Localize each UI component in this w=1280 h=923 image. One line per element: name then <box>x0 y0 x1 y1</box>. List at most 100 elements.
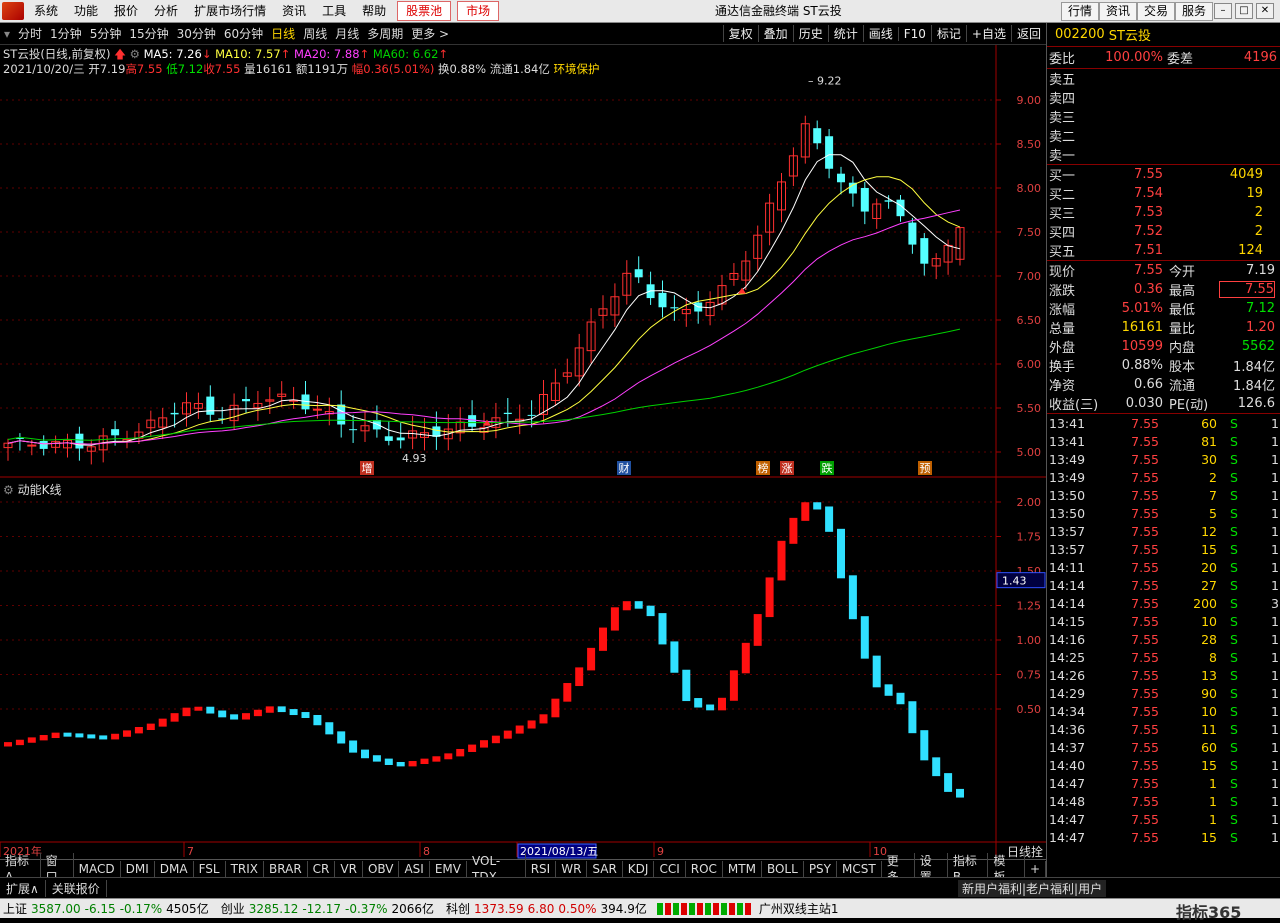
btn-service[interactable]: 服务 <box>1175 2 1214 21</box>
price-tick-label: 8.00 <box>1017 182 1042 195</box>
tool-overlay[interactable]: 叠加 <box>757 25 793 42</box>
momentum-bar <box>801 502 810 521</box>
kline-chart[interactable]: 9.00 8.50 8.00 7.50 7.00 6.50 6.00 5.50 5.00 – 9.… <box>0 45 1046 859</box>
btn-news[interactable]: 资讯 <box>1099 2 1138 21</box>
period-multi[interactable]: 多周期 <box>363 25 407 42</box>
period-5min[interactable]: 5分钟 <box>86 25 126 42</box>
buy-price: 7.52 <box>1134 224 1163 239</box>
menu-news[interactable]: 资讯 <box>274 0 314 22</box>
indicator-tab[interactable]: CR <box>308 860 336 877</box>
period-monthly[interactable]: 月线 <box>331 25 363 42</box>
momentum-bar <box>718 697 726 711</box>
period-more[interactable]: 更多 > <box>407 25 453 42</box>
indicator-tab[interactable]: OBV <box>363 860 400 877</box>
btn-quote[interactable]: 行情 <box>1061 2 1100 21</box>
indicator-tab[interactable]: PSY <box>804 860 837 877</box>
tool-add-favorite[interactable]: +自选 <box>965 25 1011 42</box>
related-quote-tab[interactable]: 关联报价 <box>46 879 107 897</box>
menu-stock-pool[interactable]: 股票池 <box>397 1 452 21</box>
server-name[interactable]: 广州双线主站1 <box>759 900 843 917</box>
tool-draw[interactable]: 画线 <box>862 25 898 42</box>
indicator-tab[interactable]: DMA <box>155 860 194 877</box>
settings-icon[interactable]: ⚙ <box>130 47 140 61</box>
tick-cell: 28 <box>1201 631 1217 647</box>
btn-trade[interactable]: 交易 <box>1137 2 1176 21</box>
candle-body <box>27 444 37 447</box>
tick-row: 13:57 7.55 12 S 1 <box>1047 522 1280 540</box>
period-30min[interactable]: 30分钟 <box>173 25 220 42</box>
tool-f10[interactable]: F10 <box>897 26 931 41</box>
period-menu-icon[interactable]: ▾ <box>0 27 14 41</box>
sub-settings-icon[interactable]: ⚙ <box>3 483 14 497</box>
period-60min[interactable]: 60分钟 <box>220 25 267 42</box>
quote-panel: 002200 ST云投 委比 100.00% 委差 4196 卖五 卖四 卖三 卖二卖… <box>1046 23 1280 881</box>
tool-history[interactable]: 历史 <box>792 25 828 42</box>
indicator-tab[interactable]: EMV <box>430 860 467 877</box>
period-1min[interactable]: 1分钟 <box>46 25 86 42</box>
indicator-tab[interactable]: WR <box>556 860 588 877</box>
indicator-tab[interactable]: KDJ <box>623 860 655 877</box>
tick-cell: 1 <box>1271 739 1279 755</box>
indicator-tab[interactable]: ROC <box>686 860 723 877</box>
menu-ext-market[interactable]: 扩展市场行情 <box>186 0 274 22</box>
cy-index-change: -12.17 <box>302 901 342 916</box>
momentum-bar <box>15 739 24 746</box>
period-daily[interactable]: 日线 <box>267 25 299 42</box>
tick-cell: 7.55 <box>1131 541 1159 557</box>
period-weekly[interactable]: 周线 <box>299 25 331 42</box>
indicator-tab[interactable]: TRIX <box>226 860 265 877</box>
menu-quote[interactable]: 报价 <box>106 0 146 22</box>
menu-market[interactable]: 市场 <box>457 1 500 21</box>
period-fenshi[interactable]: 分时 <box>14 25 46 42</box>
menu-analysis[interactable]: 分析 <box>146 0 186 22</box>
candle-body <box>312 408 322 411</box>
indicator-tab[interactable]: FSL <box>194 860 226 877</box>
info-open: 开7.19 <box>88 62 126 76</box>
tick-cell: S <box>1230 433 1238 449</box>
menu-help[interactable]: 帮助 <box>354 0 394 22</box>
tool-mark[interactable]: 标记 <box>930 25 966 42</box>
indicator-tab-right[interactable]: + <box>1025 860 1047 877</box>
momentum-bar <box>230 714 239 720</box>
tick-cell: 14:26 <box>1049 667 1086 683</box>
buy-row: 买四 7.52 2 <box>1047 222 1280 241</box>
tick-cell: 1 <box>1271 649 1279 665</box>
indicator-tab[interactable]: DMI <box>121 860 155 877</box>
menu-system[interactable]: 系统 <box>26 0 66 22</box>
tick-cell: 13:49 <box>1049 469 1086 485</box>
minimize-icon[interactable]: – <box>1214 3 1232 19</box>
momentum-bar <box>706 704 715 711</box>
x-axis-label: 2021/08/13/五 <box>520 845 598 858</box>
indicator-tab[interactable]: BRAR <box>264 860 308 877</box>
indicator-tab[interactable]: MACD <box>74 860 121 877</box>
tick-cell: 1 <box>1209 775 1217 791</box>
menu-tools[interactable]: 工具 <box>314 0 354 22</box>
indicator-tab[interactable]: SAR <box>587 860 623 877</box>
indicator-tab[interactable]: VR <box>335 860 363 877</box>
momentum-bar <box>396 761 405 767</box>
indicator-tab[interactable]: BOLL <box>762 860 804 877</box>
indicator-tab[interactable]: ASI <box>399 860 430 877</box>
close-icon[interactable]: ✕ <box>1256 3 1274 19</box>
indicator-tab[interactable]: MCST <box>837 860 882 877</box>
period-15min[interactable]: 15分钟 <box>125 25 172 42</box>
sell-row: 卖三 <box>1047 107 1280 126</box>
promo-ticker[interactable]: 新用户福利|老户福利|用户 <box>958 879 1107 897</box>
tick-cell: 7 <box>1209 487 1217 503</box>
tool-fuquan[interactable]: 复权 <box>722 25 758 42</box>
tool-back[interactable]: 返回 <box>1010 25 1046 42</box>
tick-cell: 1 <box>1271 523 1279 539</box>
stat-label: 涨跌 <box>1049 284 1076 299</box>
indicator-tab[interactable]: CCI <box>654 860 686 877</box>
buy-price: 7.54 <box>1134 186 1163 201</box>
tick-cell: S <box>1230 775 1238 791</box>
indicator-tab[interactable]: MTM <box>723 860 762 877</box>
tool-stats[interactable]: 统计 <box>827 25 863 42</box>
momentum-bar <box>444 753 453 760</box>
menu-function[interactable]: 功能 <box>66 0 106 22</box>
indicator-tab[interactable]: RSI <box>526 860 557 877</box>
ext-toggle[interactable]: 扩展∧ <box>0 879 46 897</box>
maximize-icon[interactable]: □ <box>1235 3 1253 19</box>
stat-row: 外盘 10599 内盘 5562 <box>1047 337 1280 356</box>
ext-bar: 扩展∧ 关联报价 新用户福利|老户福利|用户 <box>0 877 1280 898</box>
